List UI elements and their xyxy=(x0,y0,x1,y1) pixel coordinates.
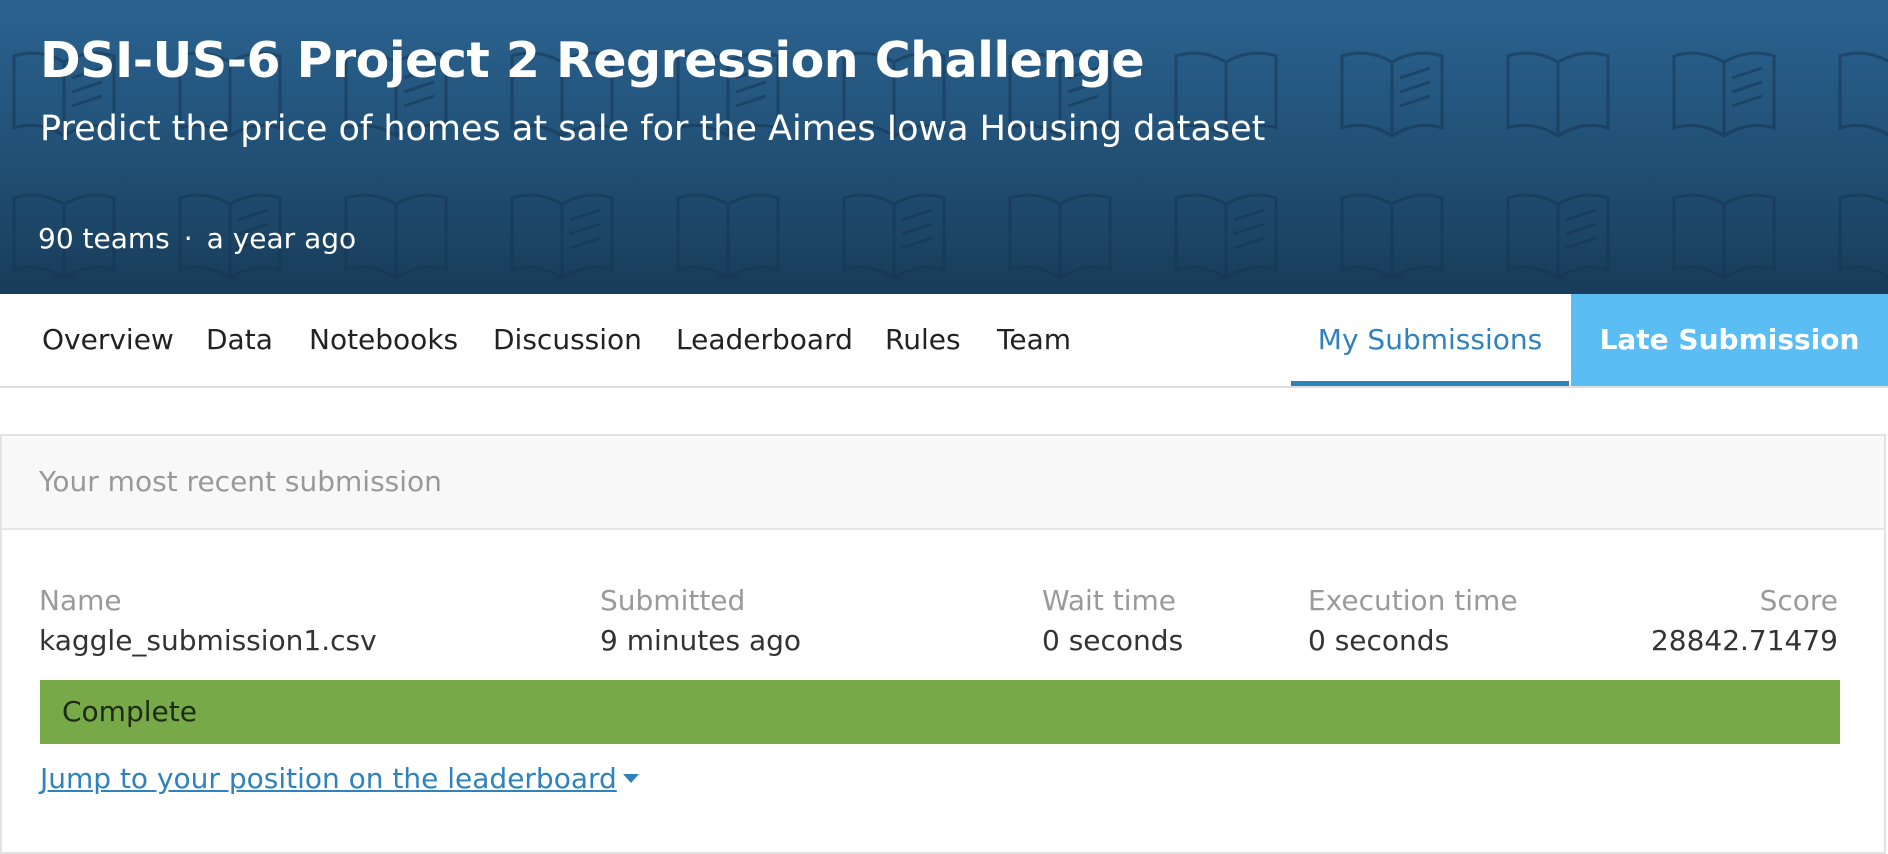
recent-submission-panel: Your most recent submission Name kaggle_… xyxy=(0,434,1886,854)
open-book-icon xyxy=(1008,193,1112,280)
competition-title: DSI-US-6 Project 2 Regression Challenge xyxy=(40,32,1145,89)
caret-down-icon xyxy=(622,773,639,783)
tab-rules[interactable]: Rules xyxy=(885,294,961,386)
late-submission-button[interactable]: Late Submission xyxy=(1571,294,1888,386)
open-book-icon xyxy=(1340,193,1444,280)
status-bar-complete: Complete xyxy=(40,680,1840,744)
open-book-icon xyxy=(344,193,448,280)
competition-meta: 90 teams · a year ago xyxy=(38,222,356,255)
execution-time-label: Execution time xyxy=(1308,584,1518,617)
competition-header: DSI-US-6 Project 2 Regression Challenge … xyxy=(0,0,1888,294)
open-book-icon xyxy=(510,193,614,280)
wait-time-label: Wait time xyxy=(1042,584,1176,617)
tab-discussion[interactable]: Discussion xyxy=(493,294,642,386)
panel-heading: Your most recent submission xyxy=(2,436,1884,530)
score-column: Score 28842.71479 xyxy=(1651,584,1838,658)
open-book-icon xyxy=(1506,193,1610,280)
submission-filename: kaggle_submission1.csv xyxy=(39,624,377,657)
competition-subtitle: Predict the price of homes at sale for t… xyxy=(40,109,1266,149)
tab-overview[interactable]: Overview xyxy=(42,294,174,386)
execution-time-value: 0 seconds xyxy=(1308,624,1450,657)
score-label: Score xyxy=(1759,584,1838,617)
submitted-column: Submitted 9 minutes ago xyxy=(600,584,801,658)
tab-data[interactable]: Data xyxy=(206,294,273,386)
open-book-icon xyxy=(1838,193,1888,279)
competition-age: a year ago xyxy=(206,222,357,255)
tab-notebooks[interactable]: Notebooks xyxy=(309,294,458,386)
name-label: Name xyxy=(39,584,122,617)
wait-time-column: Wait time 0 seconds xyxy=(1042,584,1183,658)
open-book-icon xyxy=(1340,51,1444,138)
name-column: Name kaggle_submission1.csv xyxy=(39,584,377,658)
submitted-label: Submitted xyxy=(600,584,746,617)
score-value: 28842.71479 xyxy=(1650,624,1838,657)
wait-time-value: 0 seconds xyxy=(1042,624,1184,657)
open-book-icon xyxy=(1672,193,1776,280)
open-book-icon xyxy=(1838,51,1888,137)
open-book-icon xyxy=(842,193,946,280)
jump-to-leaderboard-link[interactable]: Jump to your position on the leaderboard xyxy=(40,762,639,795)
open-book-icon xyxy=(1174,193,1278,280)
jump-link-label: Jump to your position on the leaderboard xyxy=(40,762,617,795)
tab-leaderboard[interactable]: Leaderboard xyxy=(676,294,853,386)
teams-count: 90 teams xyxy=(38,222,170,255)
open-book-icon xyxy=(1506,51,1610,138)
open-book-icon xyxy=(1672,51,1776,138)
meta-separator: · xyxy=(183,222,193,255)
competition-tabs: Overview Data Notebooks Discussion Leade… xyxy=(0,294,1888,388)
submitted-value: 9 minutes ago xyxy=(600,624,802,657)
open-book-icon xyxy=(676,193,780,280)
execution-time-column: Execution time 0 seconds xyxy=(1308,584,1518,658)
tab-my-submissions[interactable]: My Submissions xyxy=(1291,294,1569,386)
tab-team[interactable]: Team xyxy=(997,294,1071,386)
